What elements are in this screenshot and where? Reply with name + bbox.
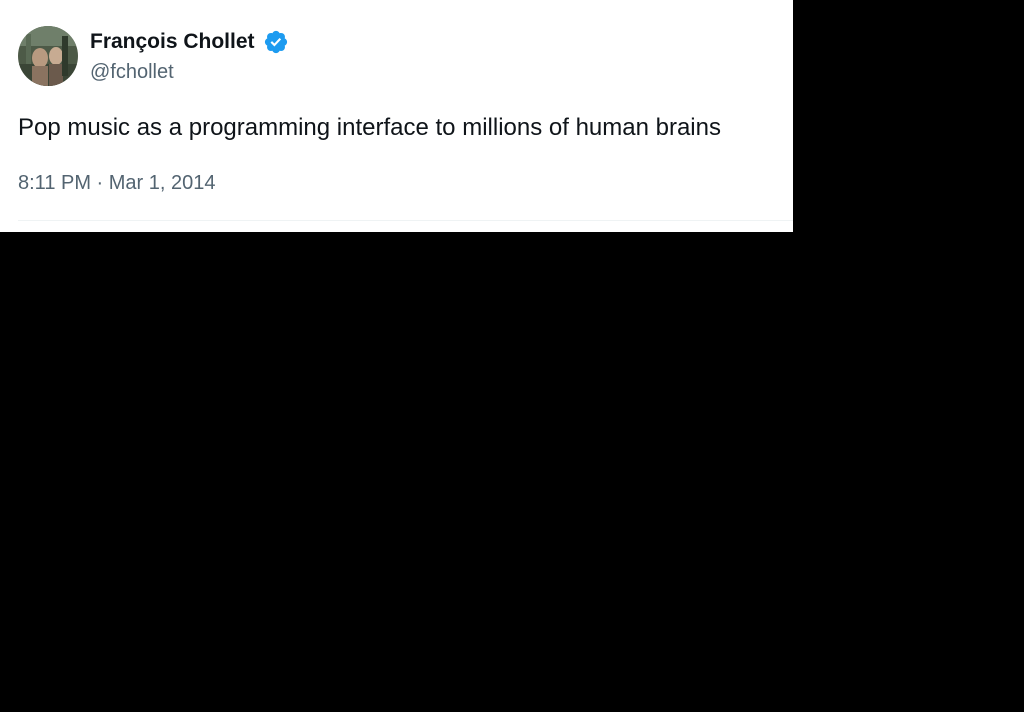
- author-handle[interactable]: @fchollet: [90, 59, 174, 85]
- avatar[interactable]: [18, 26, 78, 86]
- profile-photo-icon: [18, 26, 78, 86]
- divider: [18, 220, 793, 221]
- tweet-card: François Chollet @fchollet Pop music as …: [0, 0, 793, 232]
- tweet-timestamp[interactable]: 8:11 PM · Mar 1, 2014: [18, 170, 216, 196]
- author-display-name[interactable]: François Chollet: [90, 29, 255, 55]
- verified-badge-icon: [264, 30, 288, 54]
- tweet-text: Pop music as a programming interface to …: [18, 114, 721, 141]
